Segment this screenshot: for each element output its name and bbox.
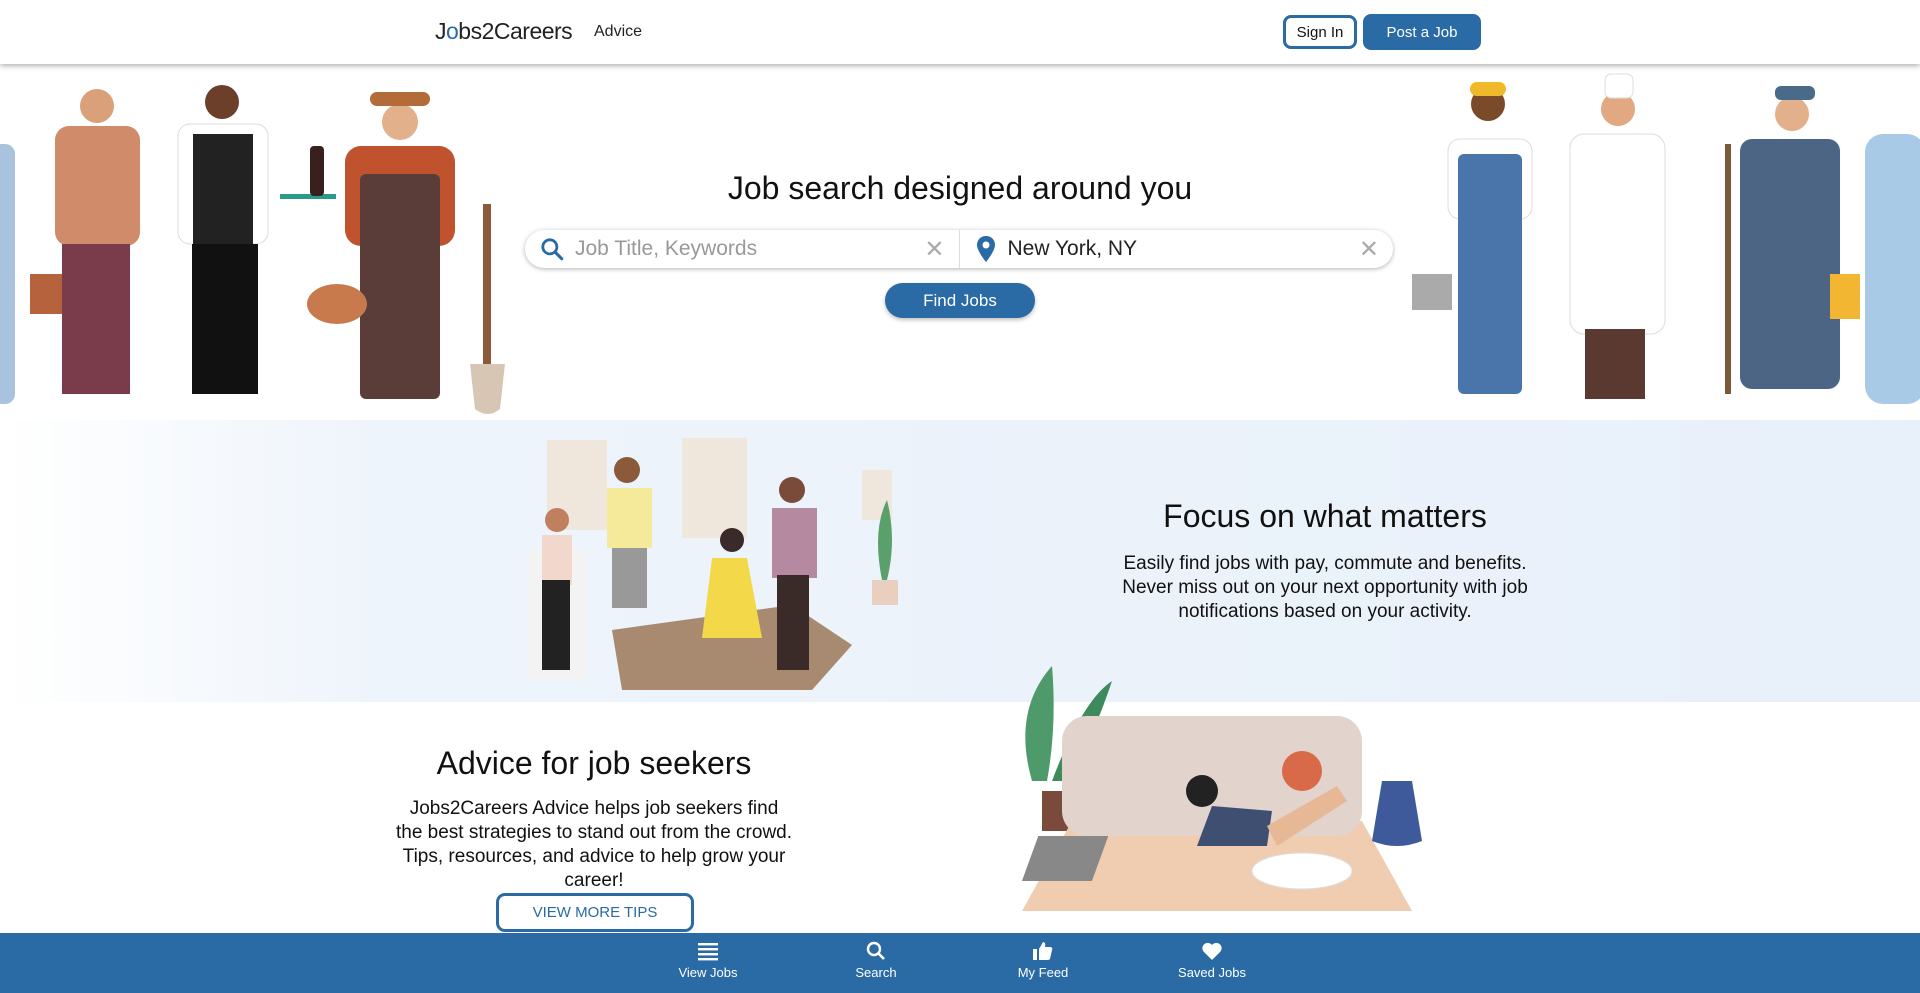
thumbs-up-icon bbox=[1033, 942, 1053, 960]
view-more-tips-button[interactable]: VIEW MORE TIPS bbox=[496, 893, 694, 932]
header: Jobs2Careers Advice Sign In Post a Job bbox=[0, 0, 1920, 64]
workers-illustration-right bbox=[1412, 73, 1920, 404]
focus-title: Focus on what matters bbox=[1163, 498, 1487, 534]
post-job-button[interactable]: Post a Job bbox=[1363, 14, 1481, 50]
hero-section: Job search designed around you ✕ ✕ Find … bbox=[0, 64, 1920, 420]
nav-label: Saved Jobs bbox=[1178, 965, 1246, 980]
nav-my-feed[interactable]: My Feed bbox=[983, 941, 1103, 982]
location-field: ✕ bbox=[958, 230, 1394, 268]
clear-keyword-icon[interactable]: ✕ bbox=[924, 235, 944, 264]
keyword-input[interactable] bbox=[575, 237, 925, 261]
focus-section: Focus on what matters Easily find jobs w… bbox=[0, 420, 1920, 702]
search-icon bbox=[866, 941, 885, 960]
keyword-field: ✕ bbox=[525, 230, 959, 268]
clear-location-icon[interactable]: ✕ bbox=[1359, 235, 1379, 264]
focus-description: Easily find jobs with pay, commute and b… bbox=[1122, 553, 1528, 622]
nav-search[interactable]: Search bbox=[816, 941, 936, 982]
location-input[interactable] bbox=[1007, 237, 1359, 261]
nav-label: View Jobs bbox=[678, 965, 738, 980]
advice-description: Jobs2Careers Advice helps job seekers fi… bbox=[395, 798, 793, 891]
hero-title: Job search designed around you bbox=[727, 170, 1193, 206]
sign-in-button[interactable]: Sign In bbox=[1283, 15, 1357, 49]
list-icon bbox=[698, 943, 718, 961]
logo[interactable]: Jobs2Careers bbox=[435, 18, 573, 45]
search-icon bbox=[541, 238, 564, 261]
nav-label: My Feed bbox=[1017, 965, 1069, 980]
advice-title: Advice for job seekers bbox=[436, 745, 752, 781]
nav-advice-link[interactable]: Advice bbox=[594, 23, 642, 41]
woman-laptop-illustration bbox=[1021, 666, 1422, 911]
bottom-navigation: View Jobs Search My Feed Saved Jobs bbox=[0, 933, 1920, 993]
nav-saved-jobs[interactable]: Saved Jobs bbox=[1152, 941, 1272, 982]
heart-icon bbox=[1202, 942, 1222, 960]
location-pin-icon bbox=[976, 236, 995, 262]
advice-section: Advice for job seekers Jobs2Careers Advi… bbox=[0, 702, 1920, 933]
find-jobs-button[interactable]: Find Jobs bbox=[885, 283, 1035, 318]
search-bar: ✕ ✕ bbox=[525, 230, 1393, 268]
nav-label: Search bbox=[855, 965, 897, 980]
nav-view-jobs[interactable]: View Jobs bbox=[648, 941, 768, 982]
family-dancing-illustration bbox=[527, 438, 898, 690]
workers-illustration-left bbox=[0, 85, 505, 414]
